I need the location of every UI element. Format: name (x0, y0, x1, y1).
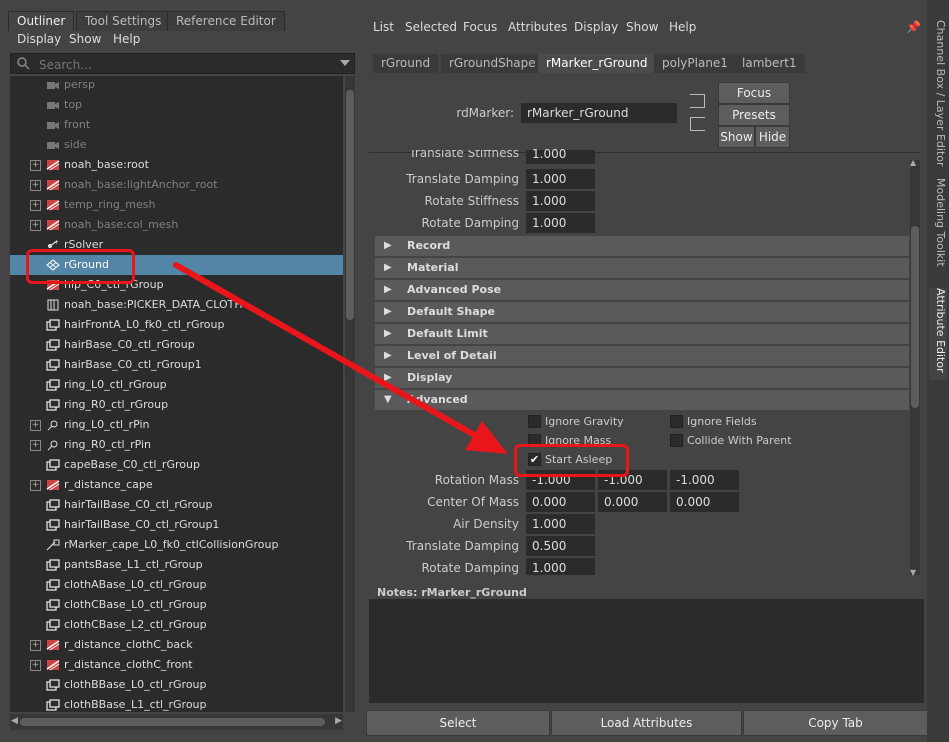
annotation-arrow-icon (173, 262, 508, 454)
